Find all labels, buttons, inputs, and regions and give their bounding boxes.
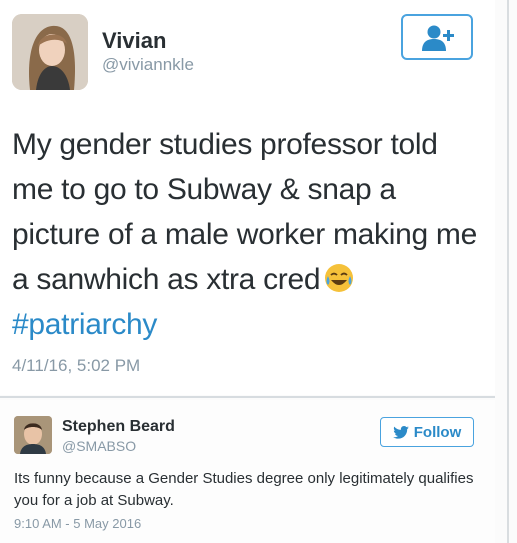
follow-button[interactable]: Follow <box>380 417 474 447</box>
screenshot-page: Vivian @viviannkle My gender studies pro… <box>0 0 517 543</box>
tweet-timestamp[interactable]: 9:10 AM - 5 May 2016 <box>14 516 141 531</box>
page-border <box>507 0 509 543</box>
tweet-text: Its funny because a Gender Studies degre… <box>14 470 474 509</box>
user-name[interactable]: Stephen Beard <box>62 418 175 436</box>
face-with-tears-of-joy-icon <box>324 261 354 292</box>
twitter-bird-icon <box>392 425 409 439</box>
tweet-timestamp[interactable]: 4/11/16, 5:02 PM <box>12 356 140 376</box>
hashtag-link[interactable]: #patriarchy <box>12 302 482 347</box>
tweet-body: My gender studies professor told me to g… <box>12 128 477 296</box>
avatar[interactable] <box>12 14 88 90</box>
user-name[interactable]: Vivian <box>102 28 166 54</box>
user-handle[interactable]: @viviannkle <box>102 55 194 75</box>
add-user-icon <box>422 25 454 51</box>
divider <box>0 396 495 398</box>
main-tweet: Vivian @viviannkle My gender studies pro… <box>0 0 495 395</box>
tweet-text: My gender studies professor told me to g… <box>12 122 482 347</box>
user-handle[interactable]: @SMABSO <box>62 438 136 454</box>
follow-button-label: Follow <box>413 423 462 441</box>
follow-user-button[interactable] <box>401 14 473 60</box>
reply-tweet: Stephen Beard @SMABSO Follow Its funny b… <box>0 400 495 543</box>
avatar[interactable] <box>14 416 52 454</box>
